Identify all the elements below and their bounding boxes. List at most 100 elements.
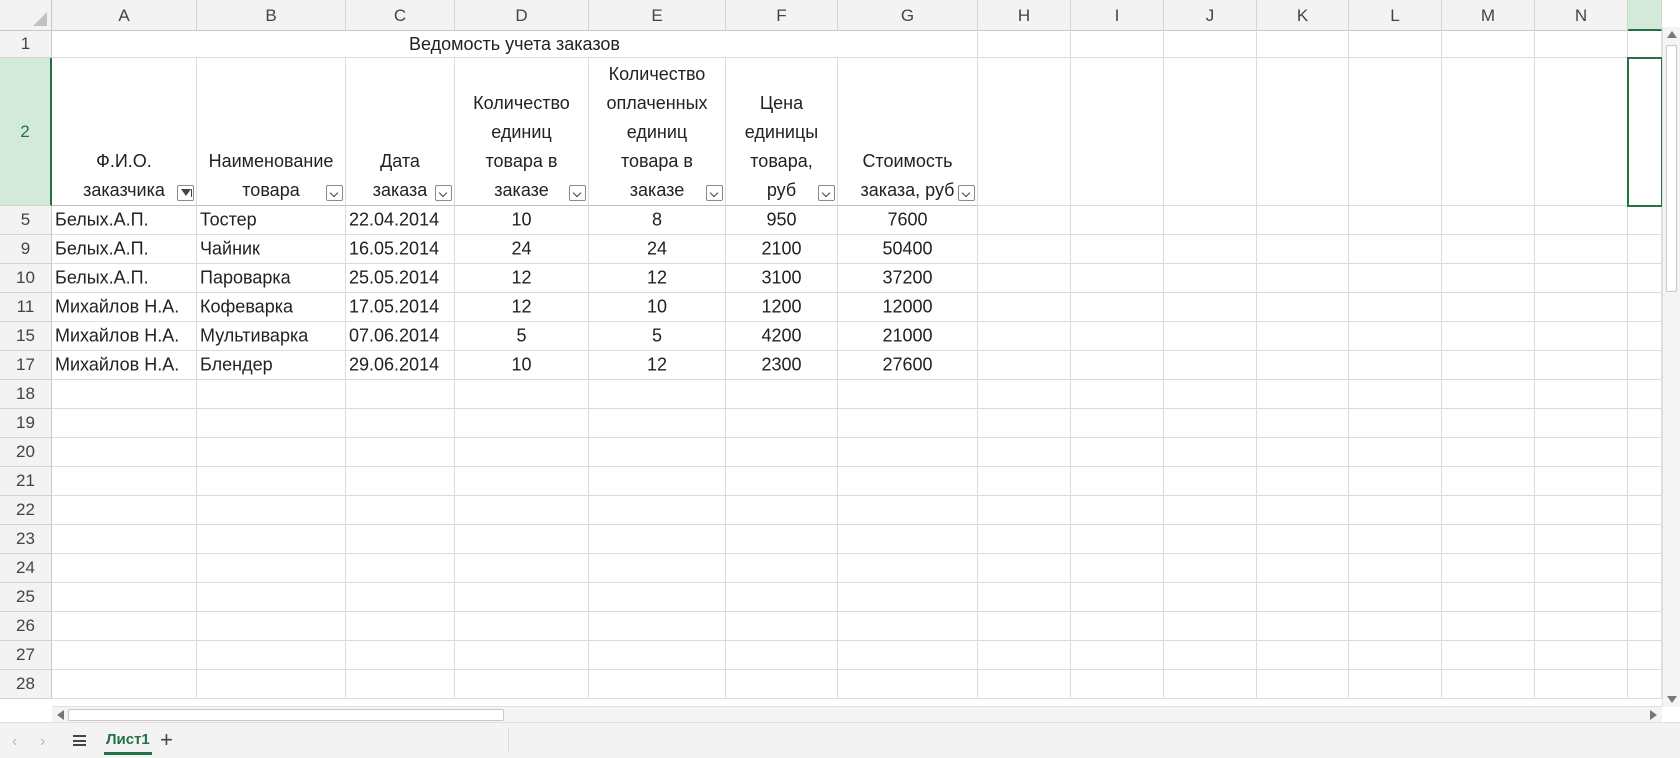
column-header-j[interactable]: J <box>1164 0 1257 31</box>
empty-cell[interactable] <box>1164 380 1257 409</box>
empty-cell[interactable] <box>1349 351 1442 380</box>
empty-cell[interactable] <box>978 525 1071 554</box>
table-header-cell[interactable]: Количество единиц товара в заказе <box>455 58 589 206</box>
empty-cell[interactable] <box>346 409 455 438</box>
row-header-17[interactable]: 17 <box>0 351 52 380</box>
empty-cell[interactable] <box>978 206 1071 235</box>
empty-cell[interactable] <box>1164 351 1257 380</box>
table-cell[interactable]: 8 <box>589 206 726 235</box>
empty-cell[interactable] <box>1535 409 1628 438</box>
row-header-28[interactable]: 28 <box>0 670 52 699</box>
empty-cell[interactable] <box>978 467 1071 496</box>
empty-cell[interactable] <box>1257 235 1349 264</box>
empty-cell[interactable] <box>1442 583 1535 612</box>
empty-cell[interactable] <box>1535 496 1628 525</box>
filter-dropdown-icon[interactable] <box>706 185 723 201</box>
empty-cell[interactable] <box>1349 438 1442 467</box>
empty-cell[interactable] <box>1442 496 1535 525</box>
table-header-cell[interactable]: Ф.И.О. заказчика <box>52 58 197 206</box>
empty-cell[interactable] <box>455 525 589 554</box>
empty-cell[interactable] <box>455 583 589 612</box>
table-cell[interactable]: Пароварка <box>197 264 346 293</box>
empty-cell[interactable] <box>1164 409 1257 438</box>
empty-cell[interactable] <box>1628 438 1662 467</box>
empty-cell[interactable] <box>1628 525 1662 554</box>
empty-cell[interactable] <box>1071 525 1164 554</box>
empty-cell[interactable] <box>1349 467 1442 496</box>
empty-cell[interactable] <box>1535 322 1628 351</box>
empty-cell[interactable] <box>1164 31 1257 58</box>
empty-cell[interactable] <box>52 554 197 583</box>
empty-cell[interactable] <box>455 467 589 496</box>
row-header-5[interactable]: 5 <box>0 206 52 235</box>
select-all-corner[interactable] <box>0 0 52 31</box>
row-header-22[interactable]: 22 <box>0 496 52 525</box>
empty-cell[interactable] <box>1071 670 1164 699</box>
table-cell[interactable]: 12000 <box>838 293 978 322</box>
table-cell[interactable]: 10 <box>455 206 589 235</box>
empty-cell[interactable] <box>589 525 726 554</box>
empty-cell[interactable] <box>1071 293 1164 322</box>
empty-cell[interactable] <box>589 583 726 612</box>
table-cell[interactable]: 21000 <box>838 322 978 351</box>
empty-cell[interactable] <box>589 641 726 670</box>
empty-cell[interactable] <box>1257 641 1349 670</box>
empty-cell[interactable] <box>1164 612 1257 641</box>
row-header-18[interactable]: 18 <box>0 380 52 409</box>
empty-cell[interactable] <box>1349 58 1442 206</box>
empty-cell[interactable] <box>1442 58 1535 206</box>
empty-cell[interactable] <box>455 438 589 467</box>
table-cell[interactable]: 1200 <box>726 293 838 322</box>
empty-cell[interactable] <box>1349 409 1442 438</box>
column-header-i[interactable]: I <box>1071 0 1164 31</box>
filter-dropdown-icon[interactable] <box>958 185 975 201</box>
empty-cell[interactable] <box>52 409 197 438</box>
empty-cell[interactable] <box>1071 380 1164 409</box>
empty-cell[interactable] <box>52 380 197 409</box>
empty-cell[interactable] <box>455 380 589 409</box>
empty-cell[interactable] <box>1257 409 1349 438</box>
scroll-up-icon[interactable] <box>1667 31 1677 38</box>
empty-cell[interactable] <box>1257 31 1349 58</box>
empty-cell[interactable] <box>1628 554 1662 583</box>
empty-cell[interactable] <box>1442 554 1535 583</box>
table-header-cell[interactable]: Количество оплаченных единиц товара в заказе <box>589 58 726 206</box>
empty-cell[interactable] <box>838 554 978 583</box>
empty-cell[interactable] <box>1535 583 1628 612</box>
empty-cell[interactable] <box>1535 467 1628 496</box>
table-cell[interactable]: 4200 <box>726 322 838 351</box>
row-header-27[interactable]: 27 <box>0 641 52 670</box>
table-cell[interactable]: Кофеварка <box>197 293 346 322</box>
empty-cell[interactable] <box>1164 554 1257 583</box>
empty-cell[interactable] <box>197 467 346 496</box>
empty-cell[interactable] <box>1535 438 1628 467</box>
empty-cell[interactable] <box>1257 380 1349 409</box>
empty-cell[interactable] <box>455 496 589 525</box>
empty-cell[interactable] <box>1535 235 1628 264</box>
column-header-e[interactable]: E <box>589 0 726 31</box>
row-header-26[interactable]: 26 <box>0 612 52 641</box>
empty-cell[interactable] <box>197 380 346 409</box>
empty-cell[interactable] <box>838 641 978 670</box>
table-cell[interactable]: 17.05.2014 <box>346 293 455 322</box>
empty-cell[interactable] <box>1164 58 1257 206</box>
scroll-left-icon[interactable] <box>57 710 64 720</box>
empty-cell[interactable] <box>726 467 838 496</box>
scroll-right-icon[interactable] <box>1650 710 1657 720</box>
empty-cell[interactable] <box>346 641 455 670</box>
sheet-title-merged-cell[interactable]: Ведомость учета заказов <box>52 31 978 58</box>
filter-dropdown-icon[interactable] <box>435 185 452 201</box>
empty-cell[interactable] <box>455 670 589 699</box>
empty-cell[interactable] <box>197 438 346 467</box>
row-header-20[interactable]: 20 <box>0 438 52 467</box>
empty-cell[interactable] <box>1164 583 1257 612</box>
empty-cell[interactable] <box>978 31 1071 58</box>
empty-cell[interactable] <box>1628 409 1662 438</box>
table-cell[interactable]: Белых.А.П. <box>52 235 197 264</box>
empty-cell[interactable] <box>1349 293 1442 322</box>
empty-cell[interactable] <box>1164 670 1257 699</box>
empty-cell[interactable] <box>978 554 1071 583</box>
empty-cell[interactable] <box>978 641 1071 670</box>
empty-cell[interactable] <box>726 554 838 583</box>
empty-cell[interactable] <box>978 438 1071 467</box>
